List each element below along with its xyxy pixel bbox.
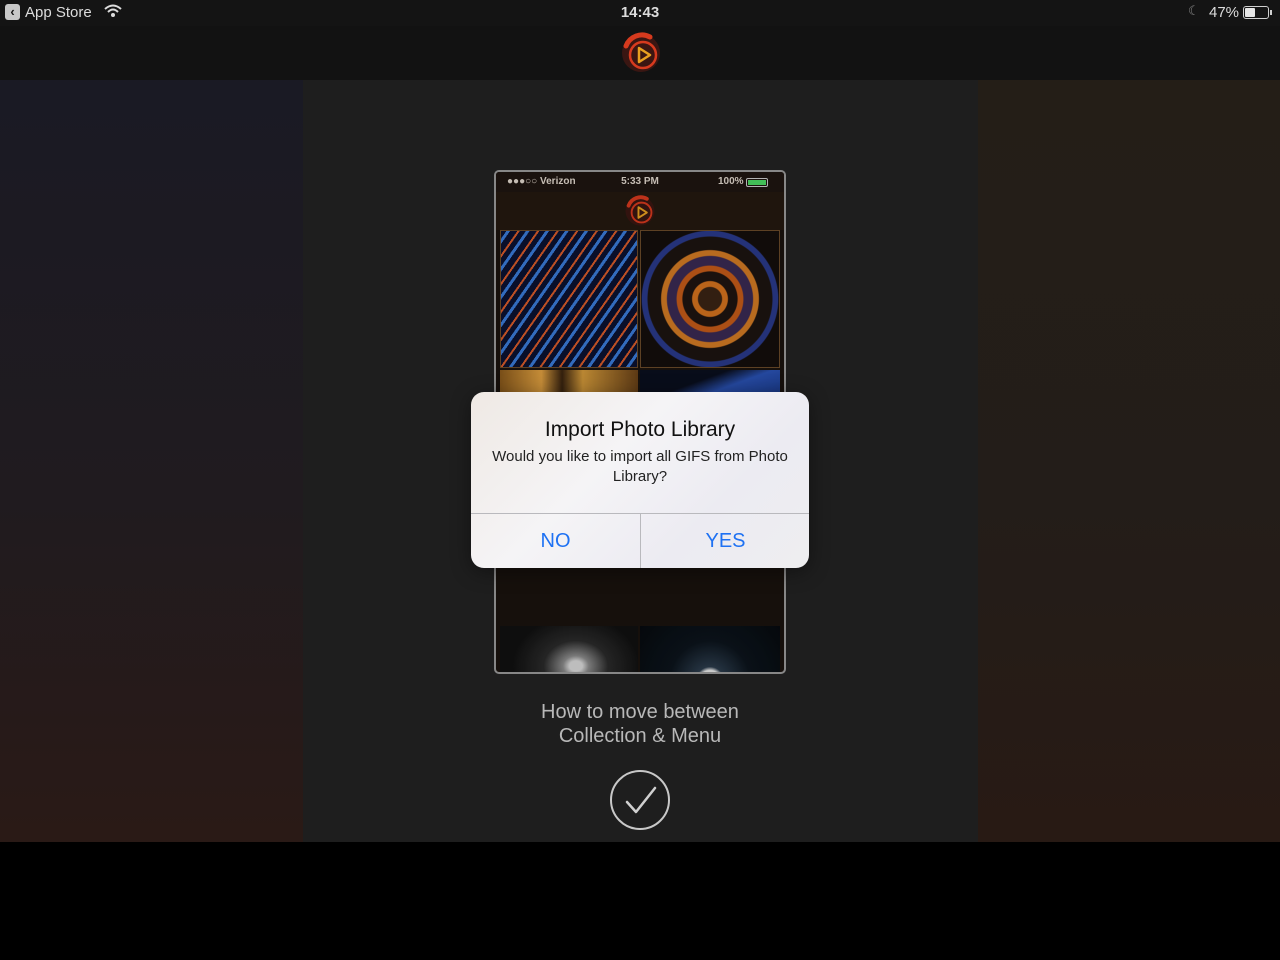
status-bar: ‹ App Store 14:43 ☾ 47% (0, 0, 1280, 26)
alert-title: Import Photo Library (544, 418, 736, 441)
do-not-disturb-moon-icon: ☾ (1188, 3, 1200, 18)
caption-line-1: How to move between (541, 701, 739, 723)
no-button[interactable]: NO (471, 514, 640, 568)
bottom-letterbox (0, 842, 1280, 960)
checkmark-icon (625, 786, 657, 814)
battery-percentage: 47% (1209, 4, 1240, 21)
yes-button[interactable]: YES (641, 514, 809, 568)
battery-icon (1243, 6, 1269, 19)
right-background-panel (978, 80, 1280, 842)
onboarding-caption: How to move between Collection & Menu (440, 700, 840, 748)
done-checkmark-button[interactable] (610, 770, 670, 830)
app-header (0, 26, 1280, 80)
app-logo-play-icon (622, 32, 660, 72)
caption-line-2: Collection & Menu (558, 725, 722, 747)
battery-tip (1270, 10, 1272, 15)
import-alert-dialog: Import Photo Library Would you like to i… (471, 392, 809, 568)
status-time: 14:43 (620, 4, 660, 21)
alert-message: Would you like to import all GIFS from P… (492, 448, 788, 485)
battery-level-fill (1245, 8, 1255, 17)
left-background-panel (0, 80, 303, 842)
